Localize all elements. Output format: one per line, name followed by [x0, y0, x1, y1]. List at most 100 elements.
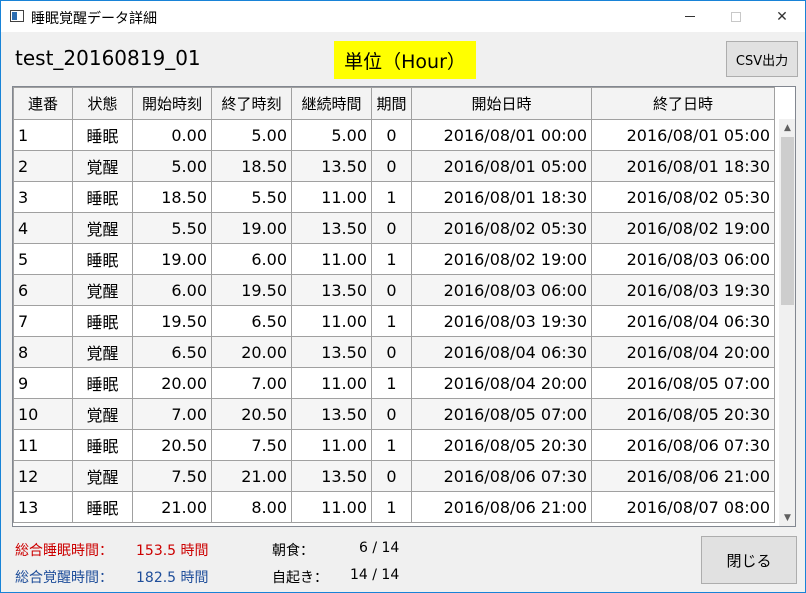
table-cell-period: 0 [371, 460, 412, 492]
table-row[interactable]: 5 睡眠 19.00 6.00 11.00 1 2016/08/02 19:00 2016/0… [13, 243, 775, 275]
table-cell-start-datetime: 2016/08/01 18:30 [411, 181, 592, 213]
table-row[interactable]: 10 覚醒 7.00 20.50 13.50 0 2016/08/05 07:00 2016/… [13, 398, 775, 430]
table-cell-end-time: 20.50 [211, 398, 292, 430]
table-cell-state: 覚醒 [72, 398, 133, 430]
column-header-state[interactable]: 状態 [72, 87, 133, 120]
table-cell-start-datetime: 2016/08/03 06:00 [411, 274, 592, 306]
table-cell-serial: 7 [13, 305, 73, 337]
close-button[interactable]: 閉じる [701, 536, 797, 584]
chevron-down-icon[interactable]: ▼ [779, 509, 795, 526]
table-cell-serial: 2 [13, 150, 73, 182]
table-row[interactable]: 2 覚醒 5.00 18.50 13.50 0 2016/08/01 05:00 2016/0… [13, 150, 775, 182]
table-cell-end-time: 5.00 [211, 119, 292, 151]
table-row[interactable]: 3 睡眠 18.50 5.50 11.00 1 2016/08/01 18:30 2016/0… [13, 181, 775, 213]
table-row[interactable]: 1 睡眠 0.00 5.00 5.00 0 2016/08/01 00:00 2016/08/… [13, 119, 775, 151]
table-row[interactable]: 8 覚醒 6.50 20.00 13.50 0 2016/08/04 06:30 2016/0… [13, 336, 775, 368]
maximize-button [713, 1, 759, 32]
table-cell-period: 1 [371, 305, 412, 337]
table-cell-start-datetime: 2016/08/01 00:00 [411, 119, 592, 151]
table-cell-period: 0 [371, 398, 412, 430]
table-cell-state: 覚醒 [72, 336, 133, 368]
table-cell-duration: 11.00 [291, 243, 372, 275]
table-cell-start-datetime: 2016/08/03 19:30 [411, 305, 592, 337]
table-cell-duration: 11.00 [291, 367, 372, 399]
data-grid[interactable]: 連番 状態 開始時刻 終了時刻 継続時間 期間 開始日時 終了日時 1 睡眠 0.00 5.00 5.… [12, 86, 796, 527]
table-row[interactable]: 6 覚醒 6.00 19.50 13.50 0 2016/08/03 06:00 2016/0… [13, 274, 775, 306]
table-row[interactable]: 11 睡眠 20.50 7.50 11.00 1 2016/08/05 20:30 2016/… [13, 429, 775, 461]
csv-export-button[interactable]: CSV出力 [726, 41, 798, 77]
table-cell-start-time: 20.50 [132, 429, 212, 461]
title-bar[interactable]: 睡眠覚醒データ詳細 ✕ [1, 1, 805, 32]
column-header-end-datetime[interactable]: 終了日時 [591, 87, 775, 120]
breakfast-label: 朝食： [272, 543, 314, 559]
column-header-serial[interactable]: 連番 [13, 87, 73, 120]
table-cell-end-datetime: 2016/08/07 08:00 [591, 491, 775, 523]
self-wake-value: 14 / 14 [350, 567, 400, 583]
column-header-period[interactable]: 期間 [371, 87, 412, 120]
column-header-duration[interactable]: 継続時間 [291, 87, 372, 120]
table-cell-end-datetime: 2016/08/06 07:30 [591, 429, 775, 461]
table-cell-start-time: 0.00 [132, 119, 212, 151]
column-header-start-time[interactable]: 開始時刻 [132, 87, 212, 120]
sleep-table: 連番 状態 開始時刻 終了時刻 継続時間 期間 開始日時 終了日時 1 睡眠 0.00 5.00 5.… [13, 87, 775, 523]
table-cell-start-datetime: 2016/08/02 05:30 [411, 212, 592, 244]
table-cell-end-time: 20.00 [211, 336, 292, 368]
table-cell-duration: 11.00 [291, 429, 372, 461]
maximize-icon [731, 11, 741, 22]
table-cell-end-time: 19.00 [211, 212, 292, 244]
table-cell-start-time: 19.50 [132, 305, 212, 337]
table-row[interactable]: 12 覚醒 7.50 21.00 13.50 0 2016/08/06 07:30 2016/… [13, 460, 775, 492]
table-cell-start-datetime: 2016/08/04 06:30 [411, 336, 592, 368]
table-cell-end-time: 6.50 [211, 305, 292, 337]
table-cell-end-datetime: 2016/08/02 05:30 [591, 181, 775, 213]
table-cell-end-time: 7.50 [211, 429, 292, 461]
table-row[interactable]: 13 睡眠 21.00 8.00 11.00 1 2016/08/06 21:00 2016/… [13, 491, 775, 523]
self-wake-label: 自起き： [272, 570, 328, 586]
total-sleep-value: 153.5 時間 [136, 543, 209, 559]
table-cell-end-datetime: 2016/08/05 20:30 [591, 398, 775, 430]
vertical-scrollbar[interactable]: ▲ ▼ [779, 119, 795, 526]
table-row[interactable]: 9 睡眠 20.00 7.00 11.00 1 2016/08/04 20:00 2016/0… [13, 367, 775, 399]
table-row[interactable]: 7 睡眠 19.50 6.50 11.00 1 2016/08/03 19:30 2016/0… [13, 305, 775, 337]
table-cell-duration: 11.00 [291, 491, 372, 523]
table-cell-duration: 13.50 [291, 150, 372, 182]
minimize-button[interactable] [667, 1, 713, 32]
table-cell-end-datetime: 2016/08/05 07:00 [591, 367, 775, 399]
table-cell-serial: 4 [13, 212, 73, 244]
table-cell-end-time: 8.00 [211, 491, 292, 523]
table-cell-start-time: 20.00 [132, 367, 212, 399]
table-cell-end-datetime: 2016/08/02 19:00 [591, 212, 775, 244]
breakfast-value: 6 / 14 [359, 540, 400, 556]
table-cell-start-time: 18.50 [132, 181, 212, 213]
table-row[interactable]: 4 覚醒 5.50 19.00 13.50 0 2016/08/02 05:30 2016/0… [13, 212, 775, 244]
table-cell-duration: 13.50 [291, 460, 372, 492]
table-cell-end-time: 6.00 [211, 243, 292, 275]
table-cell-start-datetime: 2016/08/05 20:30 [411, 429, 592, 461]
unit-label: 単位（Hour） [334, 41, 476, 79]
table-cell-duration: 5.00 [291, 119, 372, 151]
table-cell-serial: 5 [13, 243, 73, 275]
table-cell-start-datetime: 2016/08/04 20:00 [411, 367, 592, 399]
close-window-button[interactable]: ✕ [759, 1, 805, 32]
table-cell-period: 0 [371, 212, 412, 244]
total-awake-label: 総合覚醒時間： [15, 570, 113, 586]
minimize-icon [685, 16, 695, 17]
column-header-end-time[interactable]: 終了時刻 [211, 87, 292, 120]
table-cell-duration: 13.50 [291, 274, 372, 306]
table-cell-period: 0 [371, 119, 412, 151]
table-cell-state: 睡眠 [72, 305, 133, 337]
chevron-up-icon[interactable]: ▲ [779, 119, 795, 136]
table-cell-end-datetime: 2016/08/01 05:00 [591, 119, 775, 151]
close-icon: ✕ [776, 8, 788, 25]
column-header-start-datetime[interactable]: 開始日時 [411, 87, 592, 120]
table-cell-duration: 13.50 [291, 336, 372, 368]
table-cell-start-datetime: 2016/08/06 07:30 [411, 460, 592, 492]
table-cell-serial: 3 [13, 181, 73, 213]
table-cell-state: 覚醒 [72, 460, 133, 492]
window-title: 睡眠覚醒データ詳細 [31, 11, 157, 27]
table-cell-serial: 11 [13, 429, 73, 461]
scroll-thumb[interactable] [781, 137, 794, 305]
table-cell-serial: 1 [13, 119, 73, 151]
table-cell-period: 0 [371, 274, 412, 306]
table-cell-serial: 13 [13, 491, 73, 523]
